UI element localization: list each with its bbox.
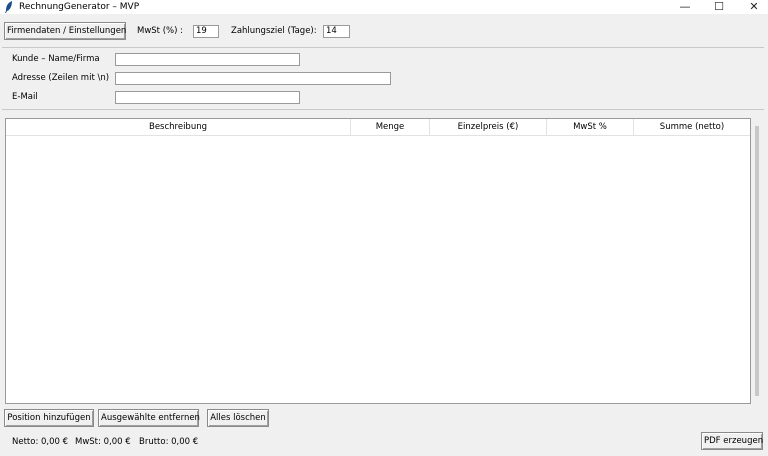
column-header-net-sum[interactable]: Summe (netto) — [634, 119, 750, 135]
customer-name-input[interactable] — [115, 53, 300, 66]
column-header-vat[interactable]: MwSt % — [547, 119, 634, 135]
vat-total: MwSt: 0,00 € — [75, 437, 131, 447]
clear-all-button[interactable]: Alles löschen — [207, 409, 269, 427]
separator — [2, 47, 764, 48]
company-settings-button[interactable]: Firmendaten / Einstellungen — [4, 22, 126, 40]
maximize-button[interactable]: ☐ — [704, 0, 734, 14]
create-pdf-button[interactable]: PDF erzeugen — [701, 432, 763, 450]
due-days-input[interactable]: 14 — [323, 25, 350, 38]
table-scrollbar[interactable] — [755, 126, 759, 396]
column-header-description[interactable]: Beschreibung — [6, 119, 351, 135]
items-table[interactable]: Beschreibung Menge Einzelpreis (€) MwSt … — [5, 118, 751, 404]
address-label: Adresse (Zeilen mit \n) — [12, 73, 110, 83]
remove-selected-button[interactable]: Ausgewählte entfernen — [98, 409, 200, 427]
email-input[interactable] — [115, 91, 300, 104]
separator — [2, 109, 764, 110]
net-total: Netto: 0,00 € — [12, 437, 69, 447]
customer-name-label: Kunde – Name/Firma — [12, 54, 100, 64]
column-header-quantity[interactable]: Menge — [351, 119, 430, 135]
vat-input[interactable]: 19 — [193, 25, 219, 38]
close-button[interactable]: ✕ — [739, 0, 768, 14]
address-input[interactable] — [115, 72, 391, 85]
due-days-label: Zahlungsziel (Tage): — [231, 26, 317, 36]
table-header: Beschreibung Menge Einzelpreis (€) MwSt … — [6, 119, 750, 136]
gross-total: Brutto: 0,00 € — [139, 437, 199, 447]
feather-icon — [5, 1, 12, 13]
column-header-unit-price[interactable]: Einzelpreis (€) — [430, 119, 547, 135]
window-title: RechnungGenerator – MVP — [19, 2, 140, 12]
title-bar: RechnungGenerator – MVP — ☐ ✕ — [0, 0, 768, 14]
add-position-button[interactable]: Position hinzufügen — [4, 409, 94, 427]
vat-label: MwSt (%) : — [137, 26, 183, 36]
minimize-button[interactable]: — — [670, 0, 700, 14]
email-label: E-Mail — [12, 92, 38, 102]
